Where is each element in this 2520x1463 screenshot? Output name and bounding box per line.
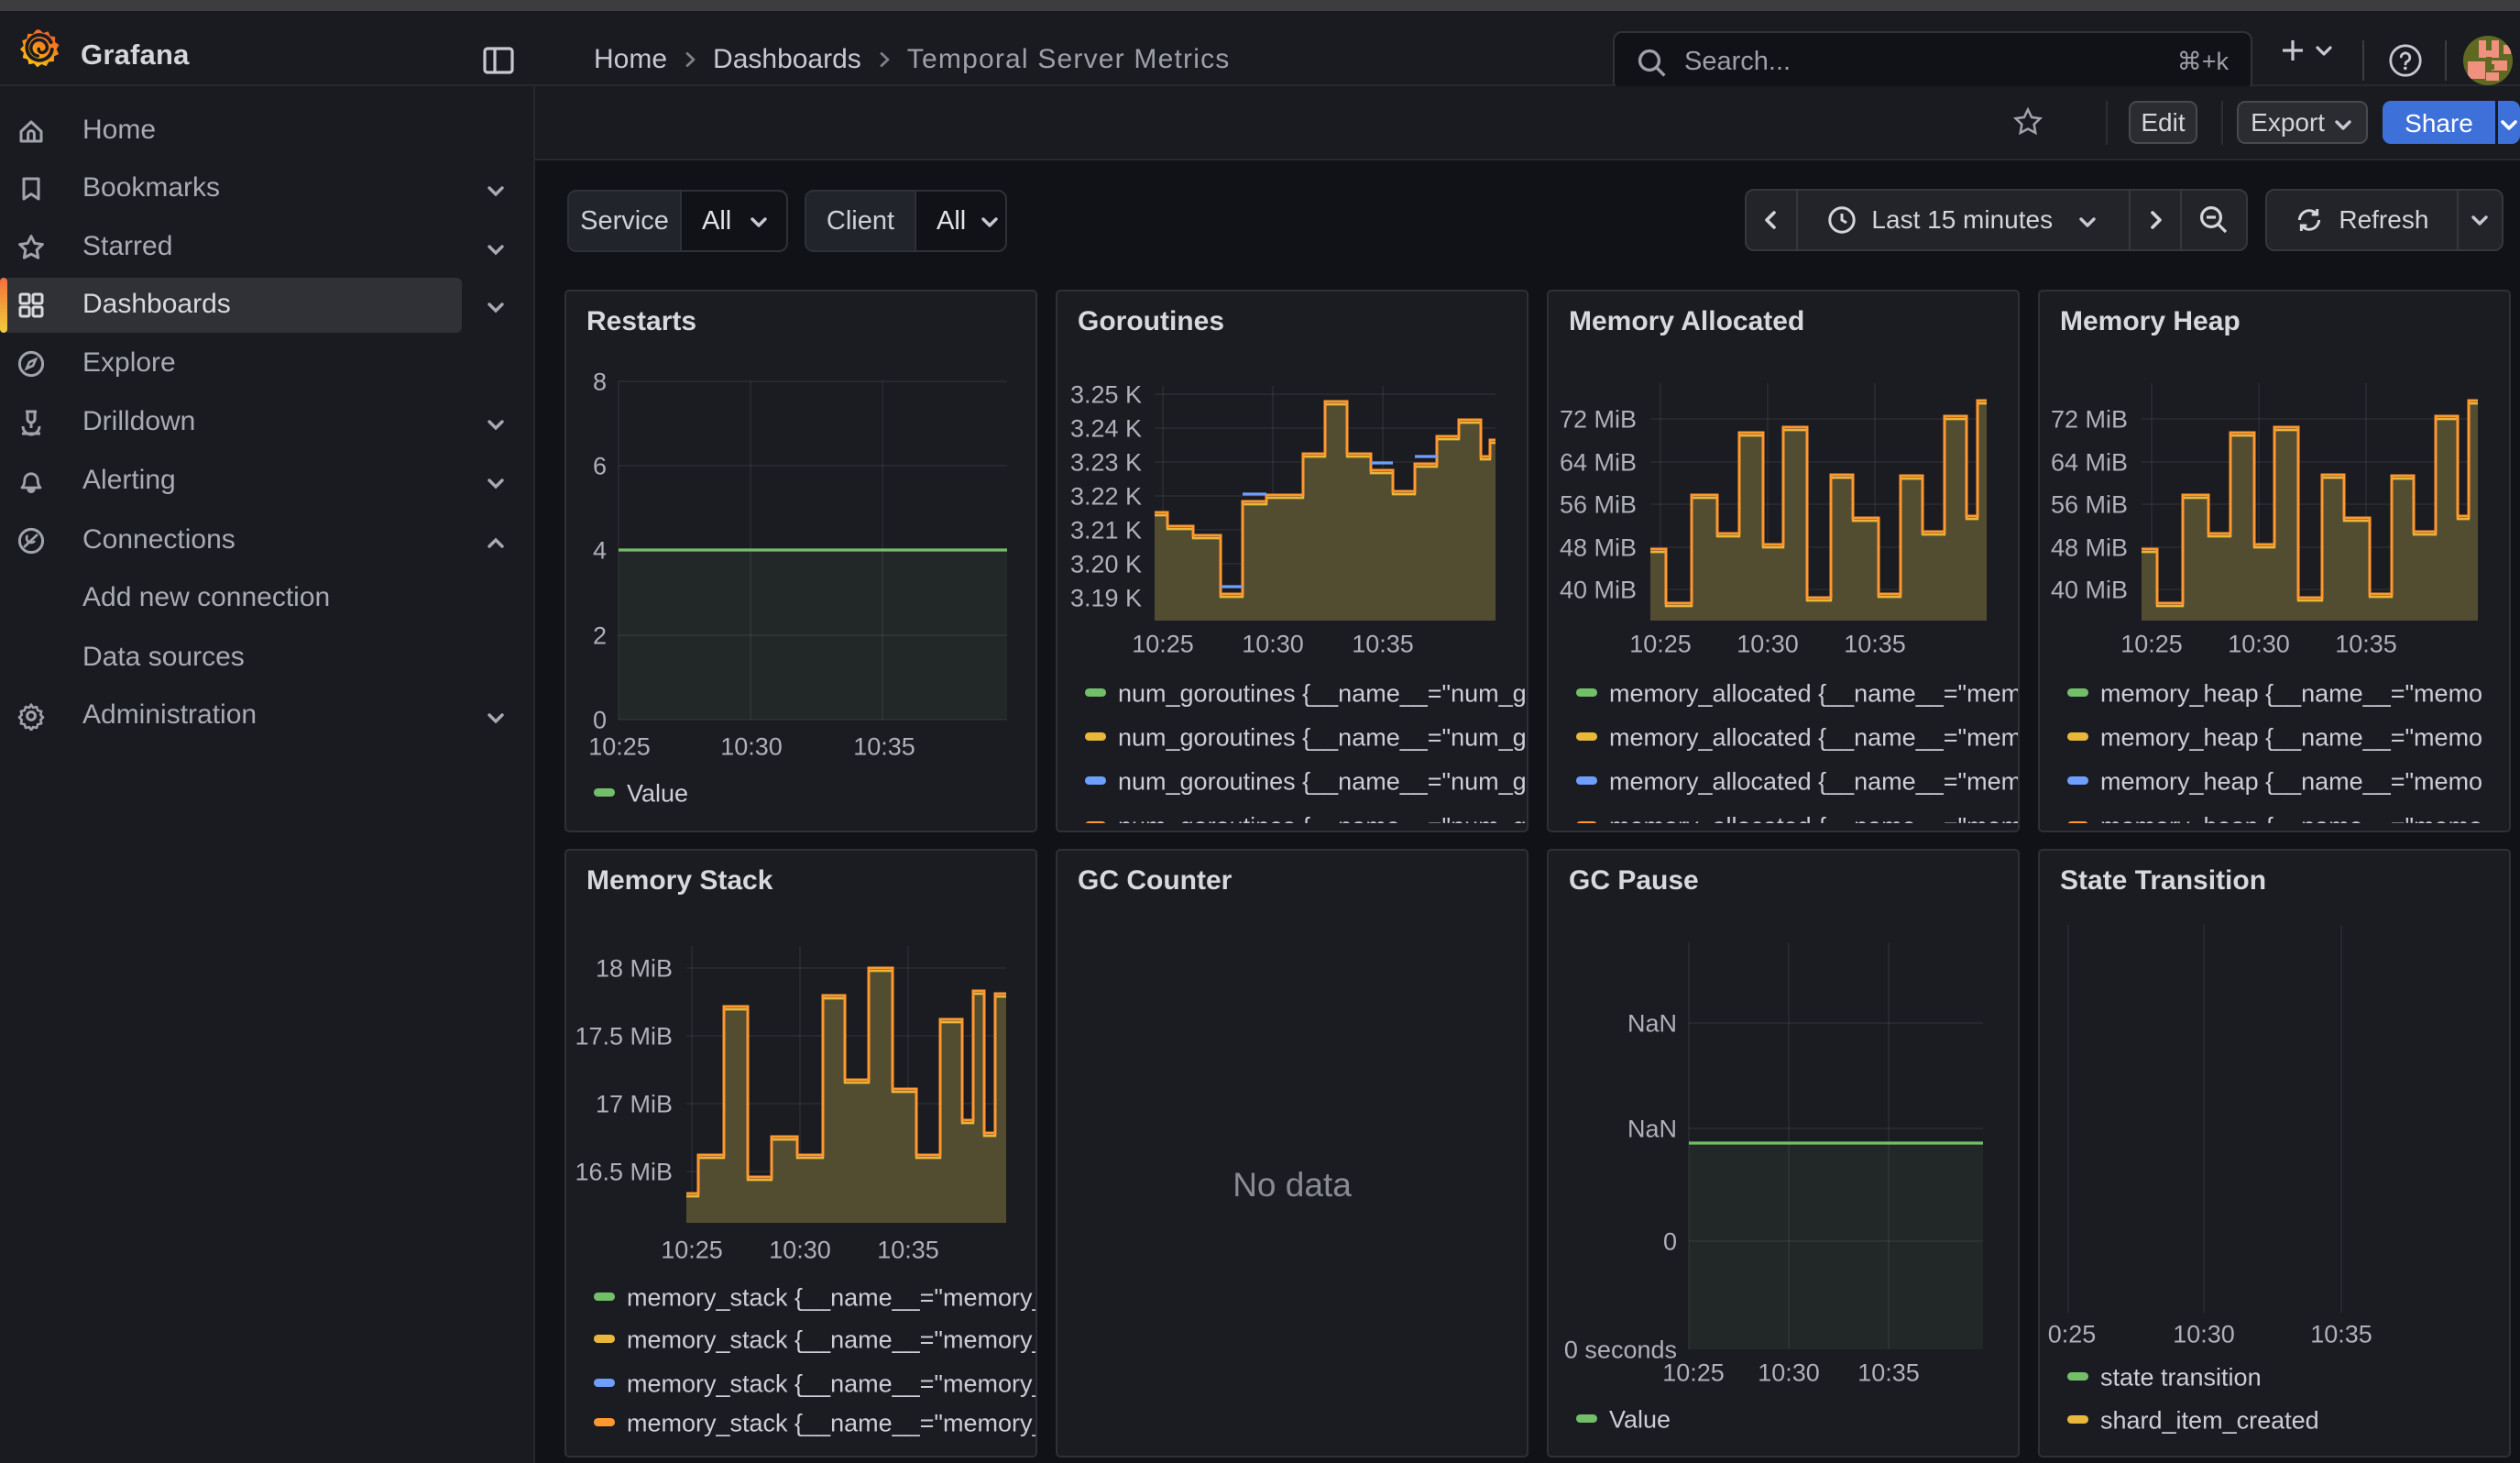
svg-text:num_goroutines {__name__="num_: num_goroutines {__name__="num_go: [1118, 723, 1528, 751]
svg-text:NaN: NaN: [1627, 1009, 1677, 1037]
svg-text:8: 8: [593, 368, 607, 395]
svg-text:3.22 K: 3.22 K: [1070, 482, 1142, 510]
svg-text:10:30: 10:30: [769, 1236, 831, 1263]
svg-text:memory_stack {__name__="memory: memory_stack {__name__="memory_s: [627, 1283, 1037, 1311]
svg-text:56 MiB: 56 MiB: [2051, 490, 2128, 518]
svg-text:0: 0: [593, 706, 607, 733]
svg-text:memory_stack {__name__="memory: memory_stack {__name__="memory_s: [627, 1409, 1037, 1436]
svg-text:16.5 MiB: 16.5 MiB: [575, 1158, 673, 1185]
svg-text:72 MiB: 72 MiB: [2051, 405, 2128, 433]
svg-text:10:30: 10:30: [1242, 630, 1304, 657]
svg-text:0:25: 0:25: [2048, 1320, 2097, 1348]
svg-text:10:35: 10:35: [853, 732, 915, 760]
svg-text:10:25: 10:25: [661, 1236, 723, 1263]
svg-text:10:30: 10:30: [2228, 630, 2290, 657]
svg-text:40 MiB: 40 MiB: [2051, 576, 2128, 603]
svg-text:10:30: 10:30: [1758, 1358, 1820, 1386]
svg-text:memory_allocated {__name__="me: memory_allocated {__name__="memo: [1609, 723, 2020, 751]
svg-text:3.20 K: 3.20 K: [1070, 550, 1142, 578]
svg-text:2: 2: [593, 622, 607, 649]
svg-text:3.23 K: 3.23 K: [1070, 448, 1142, 476]
svg-text:3.21 K: 3.21 K: [1070, 516, 1142, 544]
svg-text:10:30: 10:30: [1737, 630, 1799, 657]
svg-text:10:35: 10:35: [877, 1236, 939, 1263]
svg-text:17 MiB: 17 MiB: [596, 1090, 673, 1117]
svg-text:0: 0: [1663, 1227, 1677, 1255]
svg-text:48 MiB: 48 MiB: [2051, 534, 2128, 561]
svg-text:10:35: 10:35: [2310, 1320, 2372, 1348]
svg-text:3.19 K: 3.19 K: [1070, 584, 1142, 611]
svg-text:3.24 K: 3.24 K: [1070, 414, 1142, 442]
svg-text:56 MiB: 56 MiB: [1560, 490, 1637, 518]
svg-text:64 MiB: 64 MiB: [2051, 448, 2128, 476]
svg-text:Value: Value: [1609, 1405, 1671, 1433]
svg-text:memory_heap {__name__="memo: memory_heap {__name__="memo: [2100, 767, 2482, 795]
svg-text:10:25: 10:25: [1132, 630, 1194, 657]
svg-text:10:35: 10:35: [1844, 630, 1906, 657]
svg-text:18 MiB: 18 MiB: [596, 954, 673, 982]
svg-text:10:25: 10:25: [1629, 630, 1692, 657]
svg-text:memory_heap {__name__="memo: memory_heap {__name__="memo: [2100, 723, 2482, 751]
svg-text:NaN: NaN: [1627, 1115, 1677, 1142]
svg-text:10:30: 10:30: [2173, 1320, 2235, 1348]
svg-text:17.5 MiB: 17.5 MiB: [575, 1022, 673, 1050]
svg-text:memory_allocated {__name__="me: memory_allocated {__name__="memo: [1609, 679, 2020, 707]
svg-text:memory_stack {__name__="memory: memory_stack {__name__="memory_s: [627, 1326, 1037, 1353]
svg-text:memory_allocated {__name__="me: memory_allocated {__name__="memo: [1609, 767, 2020, 795]
svg-text:num_goroutines {__name__="num_: num_goroutines {__name__="num_go: [1118, 679, 1528, 707]
svg-text:shard_item_created: shard_item_created: [2100, 1406, 2319, 1434]
svg-text:10:35: 10:35: [2335, 630, 2397, 657]
svg-text:3.25 K: 3.25 K: [1070, 380, 1142, 408]
svg-text:10:25: 10:25: [588, 732, 651, 760]
svg-text:72 MiB: 72 MiB: [1560, 405, 1637, 433]
svg-text:10:35: 10:35: [1352, 630, 1414, 657]
svg-text:10:25: 10:25: [2120, 630, 2183, 657]
svg-text:10:30: 10:30: [720, 732, 783, 760]
svg-text:state transition: state transition: [2100, 1363, 2262, 1391]
svg-text:4: 4: [593, 536, 607, 564]
svg-text:10:35: 10:35: [1857, 1358, 1920, 1386]
svg-text:6: 6: [593, 452, 607, 479]
svg-text:0 seconds: 0 seconds: [1564, 1336, 1677, 1363]
svg-text:Value: Value: [627, 779, 688, 807]
svg-text:48 MiB: 48 MiB: [1560, 534, 1637, 561]
svg-text:64 MiB: 64 MiB: [1560, 448, 1637, 476]
svg-text:memory_stack {__name__="memory: memory_stack {__name__="memory_s: [627, 1370, 1037, 1397]
svg-text:40 MiB: 40 MiB: [1560, 576, 1637, 603]
svg-text:10:25: 10:25: [1662, 1358, 1725, 1386]
svg-text:memory_heap {__name__="memo: memory_heap {__name__="memo: [2100, 679, 2482, 707]
svg-text:num_goroutines {__name__="num_: num_goroutines {__name__="num_go: [1118, 767, 1528, 795]
